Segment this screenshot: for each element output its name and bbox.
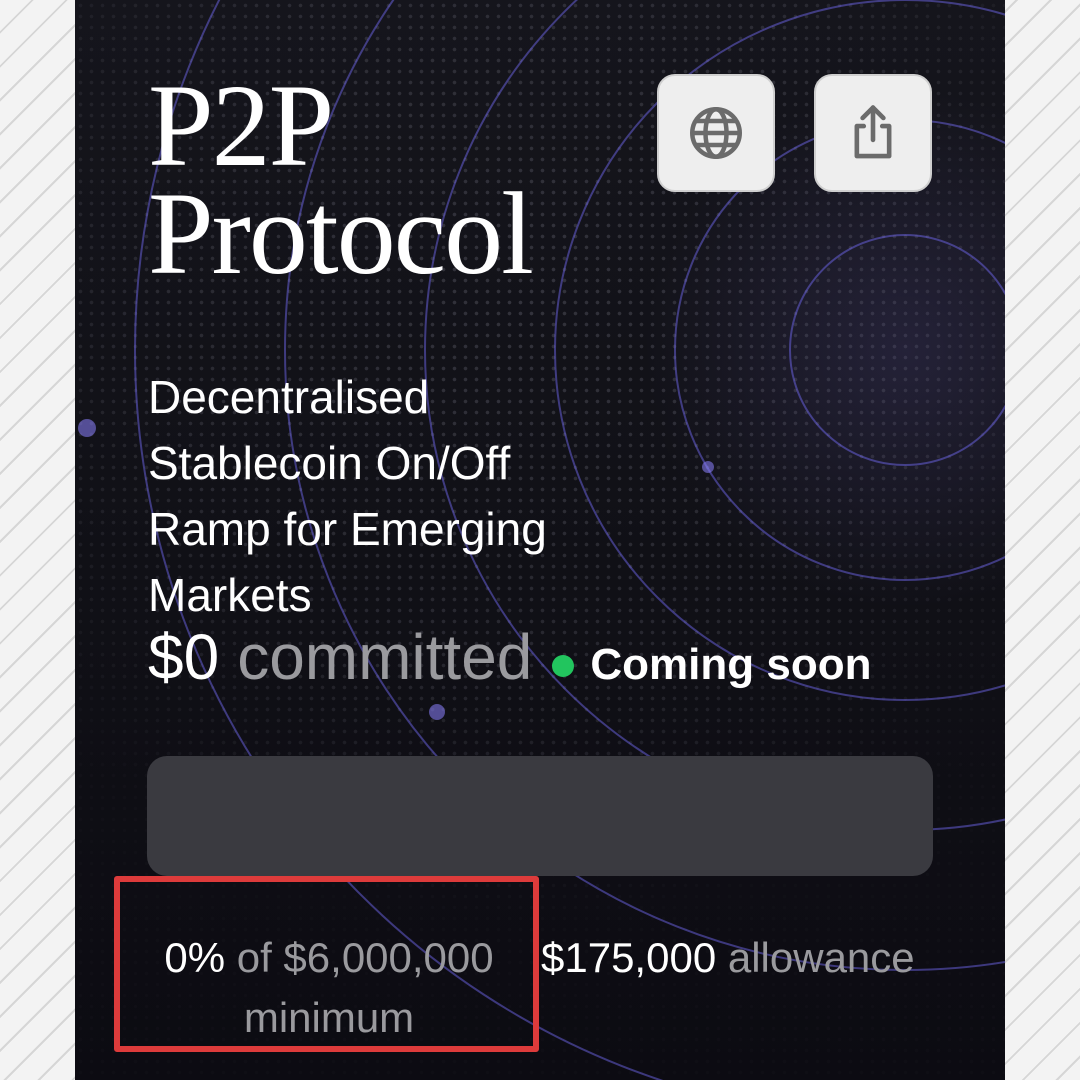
- project-title-line-2: Protocol: [148, 168, 534, 299]
- progress-minimum-label: minimum: [243, 994, 415, 1041]
- globe-icon: [690, 107, 742, 159]
- committed-amount: $0: [148, 621, 220, 693]
- tagline-line: Decentralised: [148, 371, 430, 423]
- project-tagline: Decentralised Stablecoin On/Off Ramp for…: [148, 364, 668, 628]
- commitment-summary: $0 committed Coming soon: [148, 620, 871, 694]
- allowance-label: allowance: [727, 934, 915, 981]
- project-card: P2P Protocol Decentralised Stablecoin On…: [75, 0, 1005, 1080]
- tagline-line: Stablecoin On/Off: [148, 437, 511, 489]
- status-dot-icon: [552, 655, 575, 677]
- progress-percent: 0%: [164, 934, 226, 981]
- website-button[interactable]: [657, 74, 775, 192]
- allowance-stat: $175,000 allowance: [541, 928, 915, 988]
- allowance-amount: $175,000: [541, 934, 717, 981]
- commitment-progress-bar: [147, 756, 933, 876]
- share-icon: [854, 105, 892, 159]
- progress-of-minimum: of $6,000,000: [236, 934, 494, 981]
- minimum-progress-stat: 0% of $6,000,000 minimum: [149, 928, 509, 1048]
- project-title: P2P Protocol: [148, 60, 534, 299]
- share-button[interactable]: [814, 74, 932, 192]
- status-label: Coming soon: [590, 640, 872, 689]
- tagline-line: Ramp for Emerging: [148, 503, 547, 555]
- tagline-line: Markets: [148, 569, 312, 621]
- committed-label: committed: [237, 621, 533, 693]
- project-title-line-1: P2P: [148, 60, 334, 191]
